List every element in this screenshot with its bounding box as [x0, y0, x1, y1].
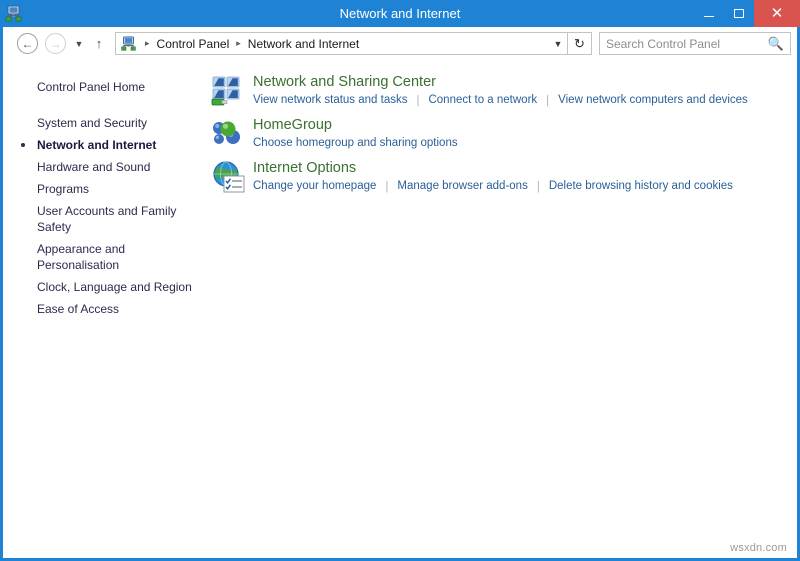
back-button[interactable]: ← — [17, 33, 38, 54]
window-controls: ✕ — [694, 0, 800, 27]
forward-arrow-icon: → — [49, 36, 62, 51]
category-title[interactable]: Internet Options — [253, 160, 733, 177]
breadcrumb-separator: ▸ — [236, 38, 241, 48]
address-control-panel-icon — [121, 36, 137, 52]
link-connect-to-a-network[interactable]: Connect to a network — [428, 93, 537, 108]
category-body: Network and Sharing Center View network … — [253, 73, 748, 108]
category-links: Change your homepage | Manage browser ad… — [253, 179, 733, 194]
sidebar-item-user-accounts-and-family-safety[interactable]: User Accounts and Family Safety — [3, 200, 205, 238]
category-body: HomeGroup Choose homegroup and sharing o… — [253, 116, 458, 151]
refresh-button[interactable]: ↻ — [568, 32, 592, 55]
sidebar-item-hardware-and-sound[interactable]: Hardware and Sound — [3, 156, 205, 178]
category-title[interactable]: Network and Sharing Center — [253, 74, 748, 91]
window-title: Network and Internet — [339, 6, 461, 21]
sidebar-item-control-panel-home[interactable]: Control Panel Home — [3, 76, 205, 98]
sidebar-item-network-and-internet[interactable]: Network and Internet — [3, 134, 205, 156]
address-bar[interactable]: ▸ Control Panel ▸ Network and Internet ▼ — [115, 32, 568, 55]
watermark: wsxdn.com — [730, 542, 787, 554]
recent-locations-button[interactable]: ▼ — [71, 39, 87, 49]
forward-button[interactable]: → — [45, 33, 66, 54]
network-sharing-center-icon — [211, 74, 245, 108]
link-choose-homegroup-and-sharing-options[interactable]: Choose homegroup and sharing options — [253, 136, 458, 151]
control-panel-network-icon — [5, 5, 23, 23]
close-icon: ✕ — [770, 5, 784, 22]
sidebar-item-ease-of-access[interactable]: Ease of Access — [3, 298, 205, 320]
maximize-button[interactable] — [724, 0, 754, 27]
navigation-toolbar: ← → ▼ ↑ ▸ Control Panel ▸ Network and In… — [3, 27, 797, 60]
up-arrow-icon: ↑ — [95, 36, 103, 51]
category-network-and-sharing-center: Network and Sharing Center View network … — [211, 73, 797, 108]
window-body: Control Panel Home System and Security N… — [3, 60, 797, 558]
breadcrumb-item-network-and-internet[interactable]: Network and Internet — [246, 37, 361, 51]
maximize-icon — [734, 9, 744, 18]
category-title[interactable]: HomeGroup — [253, 117, 458, 134]
close-button[interactable]: ✕ — [754, 0, 800, 27]
link-divider: | — [546, 94, 550, 107]
link-change-your-homepage[interactable]: Change your homepage — [253, 179, 376, 194]
minimize-button[interactable] — [694, 0, 724, 27]
category-homegroup: HomeGroup Choose homegroup and sharing o… — [211, 116, 797, 151]
link-manage-browser-add-ons[interactable]: Manage browser add-ons — [397, 179, 527, 194]
sidebar-item-system-and-security[interactable]: System and Security — [3, 112, 205, 134]
search-box[interactable]: 🔍 — [599, 32, 791, 55]
chevron-down-icon: ▼ — [74, 38, 84, 49]
link-divider: | — [385, 180, 389, 193]
breadcrumb-separator: ▸ — [145, 38, 150, 48]
sidebar-navigation: Control Panel Home System and Security N… — [3, 60, 205, 558]
link-view-network-status-and-tasks[interactable]: View network status and tasks — [253, 93, 407, 108]
search-icon: 🔍 — [767, 35, 784, 51]
address-dropdown-button[interactable]: ▼ — [549, 39, 567, 49]
breadcrumb-item-control-panel[interactable]: Control Panel — [155, 37, 232, 51]
up-one-level-button[interactable]: ↑ — [90, 36, 108, 51]
link-view-network-computers-and-devices[interactable]: View network computers and devices — [558, 93, 748, 108]
internet-options-icon — [211, 160, 245, 194]
sidebar-item-appearance-and-personalisation[interactable]: Appearance and Personalisation — [3, 238, 205, 276]
chevron-down-icon: ▼ — [553, 38, 563, 49]
category-list: Network and Sharing Center View network … — [205, 60, 797, 558]
link-delete-browsing-history-and-cookies[interactable]: Delete browsing history and cookies — [549, 179, 733, 194]
category-internet-options: Internet Options Change your homepage | … — [211, 159, 797, 194]
category-links: Choose homegroup and sharing options — [253, 136, 458, 151]
homegroup-icon — [211, 117, 245, 151]
sidebar-item-programs[interactable]: Programs — [3, 178, 205, 200]
title-bar: Network and Internet ✕ — [0, 0, 800, 27]
control-panel-window: Network and Internet ✕ ← → ▼ ↑ ▸ Control… — [0, 0, 800, 561]
category-links: View network status and tasks | Connect … — [253, 93, 748, 108]
search-input[interactable] — [606, 36, 768, 51]
category-body: Internet Options Change your homepage | … — [253, 159, 733, 194]
minimize-icon — [704, 16, 714, 17]
link-divider: | — [536, 180, 540, 193]
back-arrow-icon: ← — [21, 36, 34, 51]
refresh-icon: ↻ — [574, 35, 585, 51]
sidebar-item-clock-language-and-region[interactable]: Clock, Language and Region — [3, 276, 205, 298]
link-divider: | — [416, 94, 420, 107]
